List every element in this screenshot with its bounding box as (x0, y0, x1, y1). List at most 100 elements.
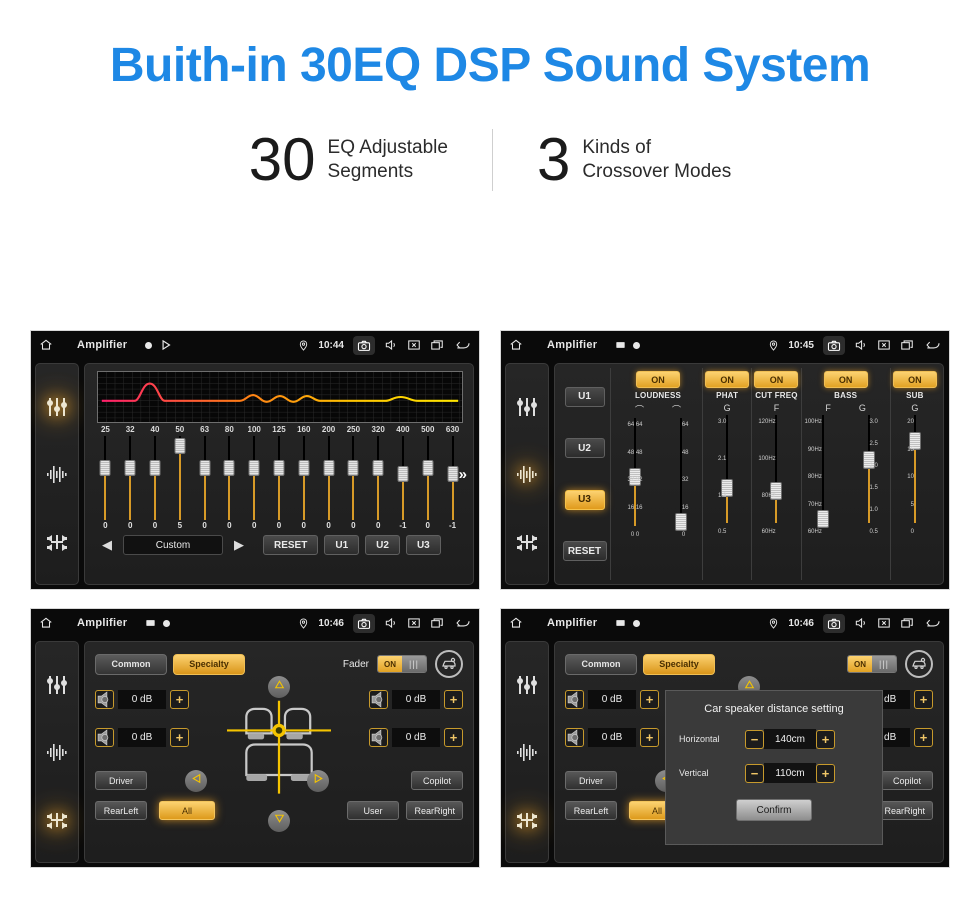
rail-item-waveform[interactable] (515, 740, 539, 764)
eq-band-slider[interactable]: 5 (167, 436, 192, 532)
level-plus-button[interactable]: + (640, 728, 659, 747)
eq-band-slider[interactable]: 0 (242, 436, 267, 532)
level-plus-button[interactable]: + (914, 728, 933, 747)
back-arrow-icon[interactable] (923, 616, 941, 630)
back-arrow-icon[interactable] (453, 338, 471, 352)
eq-band-slider[interactable]: 0 (192, 436, 217, 532)
tab-specialty[interactable]: Specialty (173, 653, 245, 675)
vertical-minus-button[interactable]: − (745, 763, 764, 783)
eq-slider-thumb[interactable] (372, 459, 384, 476)
seat-button-driver[interactable]: Driver (95, 771, 147, 790)
eq-slider-track[interactable] (447, 436, 459, 520)
crossover-on-button[interactable]: ON (705, 371, 750, 388)
eq-slider-track[interactable] (99, 436, 111, 520)
preset-prev-button[interactable]: ◀ (97, 537, 117, 553)
eq-slider-track[interactable] (199, 436, 211, 520)
eq-slider-track[interactable] (248, 436, 260, 520)
eq-slider-thumb[interactable] (248, 459, 260, 476)
eq-band-slider[interactable]: 0 (316, 436, 341, 532)
eq-slider-thumb[interactable] (124, 459, 136, 476)
rail-item-waveform[interactable] (515, 462, 539, 486)
preset-u3-button[interactable]: U3 (564, 489, 605, 510)
level-plus-button[interactable]: + (170, 728, 189, 747)
crossover-on-button[interactable]: ON (823, 371, 868, 388)
eq-band-slider[interactable]: 0 (217, 436, 242, 532)
rail-item-equalizer[interactable] (45, 395, 69, 419)
horizontal-plus-button[interactable]: + (816, 729, 835, 749)
seat-button-rearright[interactable]: RearRight (876, 801, 933, 820)
seat-button-copilot[interactable]: Copilot (411, 771, 463, 790)
eq-band-slider[interactable]: 0 (143, 436, 168, 532)
crossover-slider-thumb[interactable] (675, 512, 687, 531)
eq-band-slider[interactable]: 0 (291, 436, 316, 532)
eq-slider-track[interactable] (149, 436, 161, 520)
vertical-plus-button[interactable]: + (816, 763, 835, 783)
nav-left-button[interactable] (185, 770, 207, 792)
eq-slider-thumb[interactable] (422, 459, 434, 476)
horizontal-minus-button[interactable]: − (745, 729, 764, 749)
eq-slider-track[interactable] (347, 436, 359, 520)
crossover-slider[interactable]: 64 48 32 16 0 64 48 32 16 0 (614, 418, 656, 538)
home-icon[interactable] (39, 338, 53, 352)
preset-next-button[interactable]: ▶ (229, 537, 249, 553)
volume-icon[interactable] (854, 616, 868, 630)
crossover-on-button[interactable]: ON (892, 371, 937, 388)
reset-button[interactable]: RESET (562, 541, 607, 562)
close-box-icon[interactable] (407, 338, 421, 352)
home-icon[interactable] (39, 616, 53, 630)
eq-slider-track[interactable] (397, 436, 409, 520)
eq-slider-track[interactable] (298, 436, 310, 520)
rail-item-balance[interactable] (515, 807, 539, 831)
level-plus-button[interactable]: + (444, 690, 463, 709)
tab-common[interactable]: Common (565, 653, 637, 675)
eq-slider-thumb[interactable] (199, 459, 211, 476)
car-settings-button[interactable] (905, 650, 933, 678)
back-arrow-icon[interactable] (923, 338, 941, 352)
tab-specialty[interactable]: Specialty (643, 653, 715, 675)
crossover-slider-thumb[interactable] (816, 509, 829, 528)
preset-u2-button[interactable]: U2 (564, 438, 605, 459)
eq-slider-thumb[interactable] (223, 459, 235, 476)
seat-button-copilot[interactable]: Copilot (881, 771, 933, 790)
recent-apps-icon[interactable] (430, 616, 444, 630)
eq-band-slider[interactable]: 0 (118, 436, 143, 532)
rail-item-waveform[interactable] (45, 462, 69, 486)
camera-button[interactable] (353, 335, 375, 355)
seat-button-rearright[interactable]: RearRight (406, 801, 463, 820)
volume-icon[interactable] (854, 338, 868, 352)
level-plus-button[interactable]: + (914, 690, 933, 709)
crossover-slider-track[interactable] (721, 415, 734, 523)
preset-u1-button[interactable]: U1 (564, 386, 605, 407)
seat-button-rearleft[interactable]: RearLeft (95, 801, 147, 820)
crossover-slider-track[interactable] (816, 415, 829, 528)
eq-band-slider[interactable]: 0 (267, 436, 292, 532)
level-plus-button[interactable]: + (640, 690, 659, 709)
rail-item-waveform[interactable] (45, 740, 69, 764)
eq-slider-track[interactable] (372, 436, 384, 520)
crossover-slider[interactable]: 20 15 10 5 0 (894, 415, 936, 535)
recent-apps-icon[interactable] (430, 338, 444, 352)
fader-toggle[interactable]: ON ||| (377, 655, 427, 673)
nav-up-button[interactable] (268, 676, 290, 698)
fader-toggle[interactable]: ON ||| (847, 655, 897, 673)
seat-button-driver[interactable]: Driver (565, 771, 617, 790)
crossover-slider[interactable]: 3.0 2.5 2.0 1.5 1.0 0.5 (848, 415, 890, 535)
nav-down-button[interactable] (268, 810, 290, 832)
crossover-slider[interactable]: 120Hz 100Hz 80Hz 60Hz (755, 415, 797, 535)
eq-slider-thumb[interactable] (273, 459, 285, 476)
eq-slider-thumb[interactable] (323, 459, 335, 476)
eq-band-slider[interactable]: -1 (391, 436, 416, 532)
eq-slider-track[interactable] (124, 436, 136, 520)
seat-button-all[interactable]: All (159, 801, 215, 820)
nav-right-button[interactable] (307, 770, 329, 792)
preset-u1-button[interactable]: U1 (324, 535, 360, 555)
eq-band-slider[interactable]: 0 (415, 436, 440, 532)
eq-slider-thumb[interactable] (397, 465, 409, 482)
seat-button-rearleft[interactable]: RearLeft (565, 801, 617, 820)
rail-item-balance[interactable] (45, 529, 69, 553)
camera-button[interactable] (823, 613, 845, 633)
volume-icon[interactable] (384, 338, 398, 352)
crossover-on-button[interactable]: ON (636, 371, 680, 388)
close-box-icon[interactable] (877, 616, 891, 630)
tab-common[interactable]: Common (95, 653, 167, 675)
